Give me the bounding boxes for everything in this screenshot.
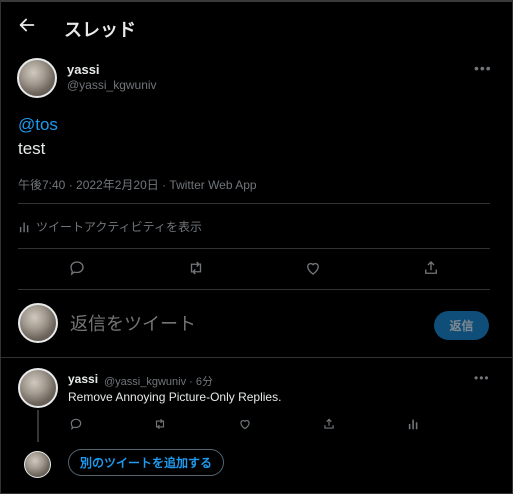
tweet-meta[interactable]: 午後7:40 · 2022年2月20日 · Twitter Web App (18, 176, 257, 193)
author-name[interactable]: yassi (67, 62, 100, 77)
reply-avatar[interactable] (18, 368, 58, 408)
divider (18, 203, 490, 204)
divider (18, 289, 490, 290)
reply-icon[interactable] (69, 417, 83, 431)
page-title: スレッド (64, 20, 136, 40)
view-activity-link[interactable]: ツイートアクティビティを表示 (18, 218, 202, 235)
activity-label: ツイートアクティビティを表示 (36, 220, 202, 234)
header: スレッド (0, 2, 513, 48)
reply-author-handle[interactable]: @yassi_kgwuniv · 6分 (104, 373, 213, 389)
analytics-icon[interactable] (407, 417, 421, 431)
reply-more-options-icon[interactable]: ••• (474, 371, 490, 385)
divider (18, 248, 490, 249)
analytics-icon (18, 220, 32, 234)
retweet-icon[interactable] (153, 417, 167, 431)
reply-icon[interactable] (68, 259, 86, 277)
divider (0, 357, 513, 358)
like-icon[interactable] (238, 417, 252, 431)
like-icon[interactable] (304, 259, 322, 277)
reply-input[interactable] (70, 314, 410, 335)
add-tweet-avatar (24, 451, 51, 478)
add-another-tweet-button[interactable]: 別のツイートを追加する (68, 449, 225, 476)
mention-link[interactable]: @tos (18, 115, 58, 135)
avatar[interactable] (17, 58, 57, 98)
reply-author-name[interactable]: yassi (68, 372, 98, 386)
reply-text: Remove Annoying Picture-Only Replies. (68, 390, 282, 404)
author-handle[interactable]: @yassi_kgwuniv (67, 78, 157, 92)
thread-line (37, 410, 39, 442)
compose-avatar (18, 303, 58, 343)
tweet-text: test (18, 139, 46, 158)
reply-button[interactable]: 返信 (434, 311, 489, 340)
retweet-icon[interactable] (187, 259, 205, 277)
back-arrow-icon[interactable] (16, 14, 38, 36)
share-icon[interactable] (422, 259, 440, 277)
more-options-icon[interactable]: ••• (474, 60, 492, 76)
share-icon[interactable] (322, 417, 336, 431)
